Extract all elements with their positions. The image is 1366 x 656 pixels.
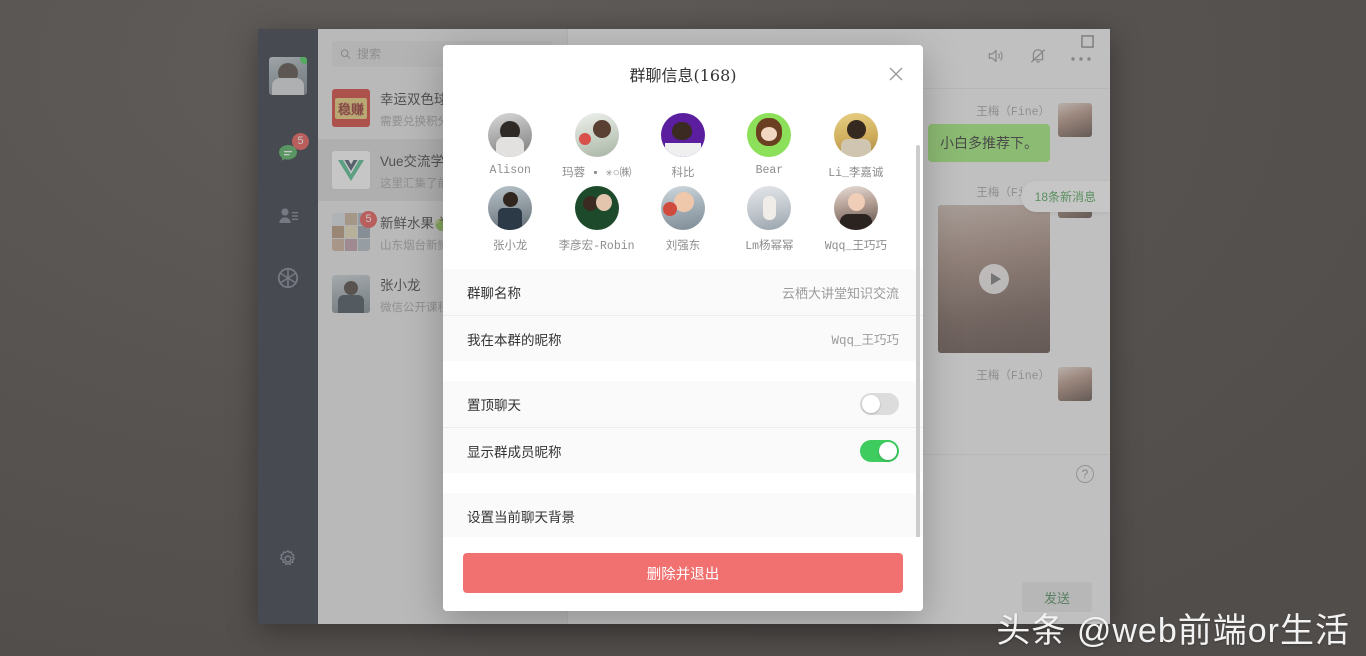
contacts-icon: [279, 208, 298, 223]
member-item[interactable]: 玛蓉 ▪ ✳○㈱: [553, 113, 639, 180]
bell-muted-icon: [1030, 49, 1046, 63]
chat-unread-badge: 5: [360, 211, 377, 228]
gear-icon: [279, 549, 296, 566]
play-icon[interactable]: [979, 264, 1009, 294]
member-grid: Alison 玛蓉 ▪ ✳○㈱ 科比 Bear Li_李嘉诚 张小龙 李彦宏-R…: [443, 103, 923, 259]
row-group-name[interactable]: 群聊名称 云栖大讲堂知识交流: [443, 269, 923, 315]
member-item[interactable]: 李彦宏-Robin: [553, 186, 639, 253]
speaker-button[interactable]: [986, 46, 1006, 71]
row-group-divider: [443, 473, 923, 483]
member-name: Li_李嘉诚: [828, 167, 884, 180]
member-item[interactable]: Bear: [726, 113, 812, 180]
member-item[interactable]: 刘强东: [640, 186, 726, 253]
message-avatar: [1058, 103, 1092, 137]
message-media[interactable]: [938, 205, 1050, 353]
member-name: 玛蓉 ▪ ✳○㈱: [562, 167, 632, 180]
search-icon: [340, 49, 351, 59]
member-avatar: [488, 186, 533, 230]
member-name: 张小龙: [492, 240, 528, 253]
member-item[interactable]: Alison: [467, 113, 553, 180]
info-row-group: 群聊名称 云栖大讲堂知识交流 我在本群的昵称 Wqq_王巧巧: [443, 269, 923, 361]
sidebar-rail: 5: [258, 29, 318, 624]
member-name: 刘强东: [665, 240, 701, 253]
mute-button[interactable]: [1028, 46, 1048, 71]
chat-unread-badge: 5: [292, 133, 309, 150]
member-item[interactable]: 科比: [640, 113, 726, 180]
new-messages-pill[interactable]: 18条新消息: [1020, 181, 1110, 212]
sidebar-settings[interactable]: [265, 536, 311, 582]
message-avatar: [1058, 367, 1092, 401]
group-info-dialog: 群聊信息(168) Alison 玛蓉 ▪ ✳○㈱ 科比 Bear Li_李嘉诚…: [443, 45, 923, 611]
row-label: 置顶聊天: [467, 398, 521, 413]
online-status-dot: [300, 57, 307, 64]
dialog-title: 群聊信息(168): [629, 66, 737, 85]
row-label: 我在本群的昵称: [467, 332, 562, 348]
sidebar-item-contacts[interactable]: [265, 193, 311, 239]
member-avatar: [574, 186, 619, 230]
member-avatar: [747, 113, 792, 157]
member-avatar: [833, 113, 878, 157]
chat-avatar: 稳赚: [332, 89, 370, 127]
discover-icon: [277, 267, 299, 289]
dialog-footer: 删除并退出: [443, 537, 923, 611]
row-label: 群聊名称: [467, 286, 521, 301]
member-item[interactable]: Li_李嘉诚: [813, 113, 899, 180]
row-show-nicknames[interactable]: 显示群成员昵称: [443, 427, 923, 473]
sidebar-item-chat[interactable]: 5: [265, 131, 311, 177]
row-my-nickname[interactable]: 我在本群的昵称 Wqq_王巧巧: [443, 315, 923, 361]
member-item[interactable]: Lm杨幂幂: [726, 186, 812, 253]
message-bubble: 小白多推荐下。: [928, 124, 1050, 162]
member-name: Lm杨幂幂: [745, 240, 794, 253]
member-name: Alison: [489, 164, 531, 177]
member-avatar: [488, 113, 533, 157]
action-row-group: 设置当前聊天背景: [443, 493, 923, 537]
member-item[interactable]: 张小龙: [467, 186, 553, 253]
member-name: Bear: [755, 164, 784, 177]
chat-avatar: [332, 275, 370, 313]
maximize-button[interactable]: [1081, 35, 1094, 53]
more-icon: [1071, 56, 1091, 61]
message-sender: 王梅（Fine）: [976, 370, 1050, 383]
member-avatar: [747, 186, 792, 230]
row-pin-chat[interactable]: 置顶聊天: [443, 381, 923, 427]
delete-and-exit-button[interactable]: 删除并退出: [463, 553, 903, 593]
toggle-knob: [879, 441, 897, 460]
member-avatar: [833, 186, 878, 230]
dialog-scroll-area: Alison 玛蓉 ▪ ✳○㈱ 科比 Bear Li_李嘉诚 张小龙 李彦宏-R…: [443, 103, 923, 537]
watermark: 头条 @web前端or生活: [996, 612, 1350, 650]
vue-logo-icon: [338, 160, 364, 181]
row-label: 设置当前聊天背景: [467, 510, 575, 525]
member-name: Wqq_王巧巧: [824, 240, 887, 253]
row-label: 显示群成员昵称: [467, 444, 562, 460]
close-icon[interactable]: [887, 65, 905, 83]
speaker-icon: [988, 49, 1003, 63]
toggle-knob: [862, 395, 880, 413]
member-avatar: [574, 113, 619, 157]
question-icon[interactable]: ?: [1076, 465, 1094, 483]
dialog-scrollbar[interactable]: [916, 145, 920, 537]
window-controls: [1081, 35, 1094, 53]
chat-avatar: [332, 151, 370, 189]
row-value: 云栖大讲堂知识交流: [781, 285, 899, 301]
row-value: Wqq_王巧巧: [831, 334, 899, 348]
maximize-icon: [1081, 35, 1094, 48]
member-name: 科比: [671, 167, 695, 180]
message-sender: 王梅（Fine）: [976, 106, 1050, 119]
dialog-header: 群聊信息(168): [443, 45, 923, 103]
member-item[interactable]: Wqq_王巧巧: [813, 186, 899, 253]
toggle-row-group: 置顶聊天 显示群成员昵称: [443, 381, 923, 473]
member-name: 李彦宏-Robin: [558, 240, 635, 253]
pin-chat-toggle[interactable]: [860, 393, 899, 415]
show-nicknames-toggle[interactable]: [860, 439, 899, 462]
self-avatar[interactable]: [269, 57, 307, 95]
row-group-divider: [443, 361, 923, 371]
member-avatar: [660, 186, 705, 230]
sidebar-item-discover[interactable]: [265, 255, 311, 301]
member-avatar: [660, 113, 705, 157]
row-set-chat-background[interactable]: 设置当前聊天背景: [443, 493, 923, 537]
